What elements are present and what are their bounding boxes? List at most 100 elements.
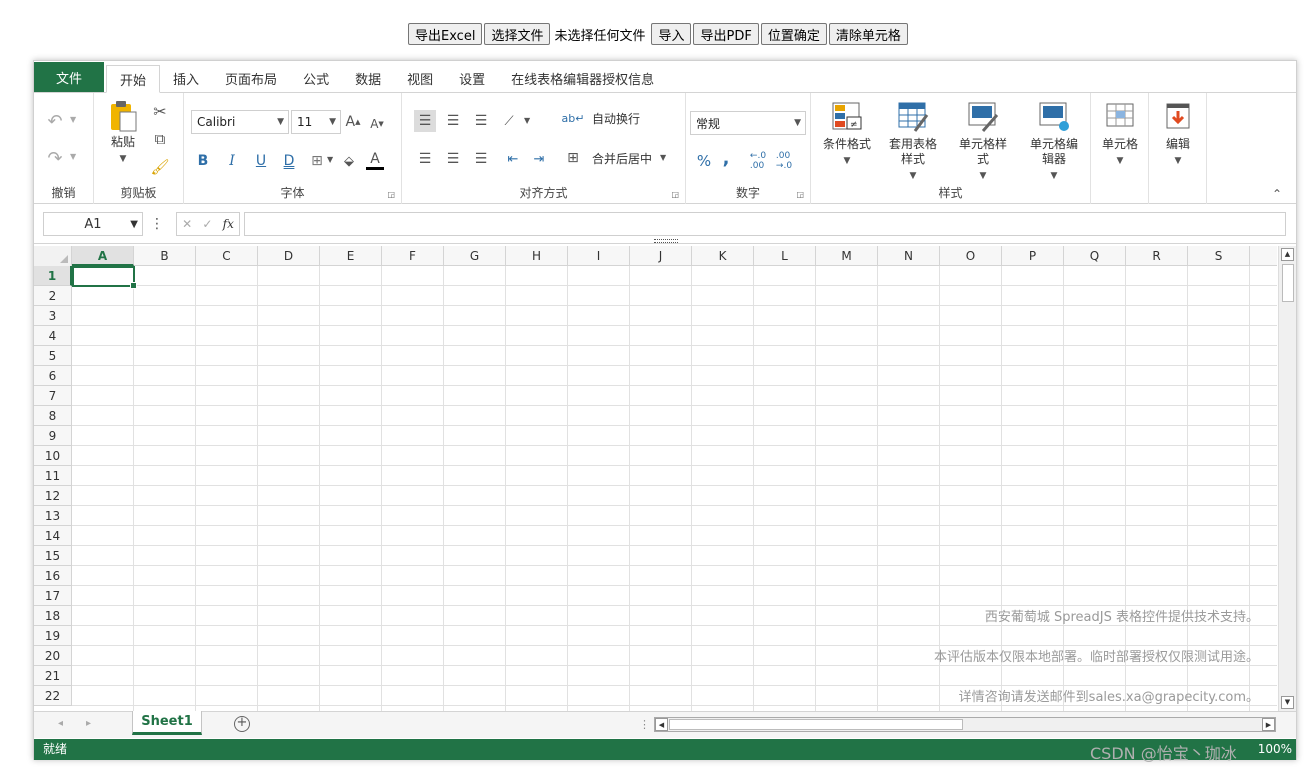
alignment-dialog-launcher-icon[interactable]: ◲ — [671, 190, 679, 199]
add-sheet-icon[interactable]: + — [234, 716, 250, 732]
cell-style-button[interactable]: 单元格样 式 ▼ — [953, 101, 1013, 184]
confirm-position-button[interactable]: 位置确定 — [760, 23, 827, 45]
row-header[interactable]: 14 — [34, 526, 72, 546]
underline-button[interactable]: U — [252, 151, 270, 171]
number-dialog-launcher-icon[interactable]: ◲ — [796, 190, 804, 199]
tab-splitter-icon[interactable]: ⋮ — [639, 718, 650, 731]
double-underline-button[interactable]: D — [280, 151, 298, 171]
cut-icon[interactable]: ✂ — [150, 101, 170, 121]
formula-input[interactable] — [244, 212, 1286, 236]
column-header[interactable]: G — [444, 246, 506, 266]
font-dialog-launcher-icon[interactable]: ◲ — [387, 190, 395, 199]
column-header[interactable]: E — [320, 246, 382, 266]
import-button[interactable]: 导入 — [651, 23, 692, 45]
prev-sheet-icon[interactable]: ◂ — [58, 718, 63, 729]
column-header[interactable]: L — [754, 246, 816, 266]
decrease-font-icon[interactable]: A ▼ — [368, 114, 386, 134]
row-header[interactable]: 8 — [34, 406, 72, 426]
conditional-format-button[interactable]: ≠ 条件格式 ▼ — [817, 101, 877, 169]
scroll-down-icon[interactable]: ▼ — [1281, 696, 1294, 709]
row-header[interactable]: 10 — [34, 446, 72, 466]
tab-insert[interactable]: 插入 — [160, 64, 212, 92]
sheet-tab-sheet1[interactable]: Sheet1 — [132, 711, 202, 735]
row-header[interactable]: 12 — [34, 486, 72, 506]
choose-file-button[interactable]: 选择文件 — [484, 23, 551, 45]
tab-file[interactable]: 文件 — [34, 62, 105, 92]
number-format-select[interactable]: 常规 ▼ — [690, 111, 806, 135]
vertical-scrollbar[interactable]: ▲ ▼ — [1278, 246, 1296, 711]
align-center-icon[interactable]: ☰ — [442, 148, 464, 170]
row-header[interactable]: 2 — [34, 286, 72, 306]
active-cell[interactable] — [72, 266, 137, 289]
horizontal-scrollbar[interactable]: ◀ ▶ — [654, 717, 1276, 732]
cells-button[interactable]: 单元格 ▼ — [1097, 101, 1143, 169]
scroll-left-icon[interactable]: ◀ — [655, 718, 668, 731]
font-color-button[interactable]: A — [366, 150, 384, 170]
editing-button[interactable]: 编辑 ▼ — [1155, 101, 1201, 169]
cancel-icon[interactable]: ✕ — [182, 217, 192, 231]
align-middle-icon[interactable]: ☰ — [442, 110, 464, 132]
row-header[interactable]: 1 — [34, 266, 72, 286]
bold-button[interactable]: B — [194, 151, 212, 171]
column-header[interactable]: R — [1126, 246, 1188, 266]
row-header[interactable]: 13 — [34, 506, 72, 526]
decrease-indent-icon[interactable]: ⇤ — [502, 148, 524, 170]
orientation-icon[interactable]: ⟋ — [498, 110, 520, 132]
border-dropdown-icon[interactable]: ▼ — [327, 155, 333, 164]
merge-center-icon[interactable]: ⊞ — [564, 148, 582, 168]
column-header[interactable]: I — [568, 246, 630, 266]
row-header[interactable]: 20 — [34, 646, 72, 666]
collapse-ribbon-icon[interactable]: ⌃ — [1272, 187, 1282, 201]
name-box[interactable]: A1 ▼ — [43, 212, 143, 236]
italic-button[interactable]: I — [223, 151, 241, 171]
row-header[interactable]: 3 — [34, 306, 72, 326]
column-header[interactable]: D — [258, 246, 320, 266]
column-header[interactable]: C — [196, 246, 258, 266]
fx-icon[interactable]: fx — [223, 217, 234, 231]
column-header[interactable]: N — [878, 246, 940, 266]
undo-dropdown-icon[interactable]: ▼ — [70, 115, 76, 124]
align-bottom-icon[interactable]: ☰ — [470, 110, 492, 132]
next-sheet-icon[interactable]: ▸ — [86, 718, 91, 729]
align-right-icon[interactable]: ☰ — [470, 148, 492, 170]
tab-license-info[interactable]: 在线表格编辑器授权信息 — [498, 64, 667, 92]
column-header[interactable]: K — [692, 246, 754, 266]
orientation-dropdown-icon[interactable]: ▼ — [524, 116, 530, 125]
row-header[interactable]: 21 — [34, 666, 72, 686]
redo-icon[interactable]: ↷ — [44, 148, 66, 169]
clear-cells-button[interactable]: 清除单元格 — [828, 23, 908, 45]
wrap-text-icon[interactable]: ab↵ — [562, 108, 585, 128]
merge-dropdown-icon[interactable]: ▼ — [660, 153, 666, 162]
column-header[interactable]: B — [134, 246, 196, 266]
scroll-right-icon[interactable]: ▶ — [1262, 718, 1275, 731]
column-header[interactable]: M — [816, 246, 878, 266]
format-painter-icon[interactable]: 🖌 — [150, 157, 170, 177]
row-header[interactable]: 19 — [34, 626, 72, 646]
export-pdf-button[interactable]: 导出PDF — [693, 23, 759, 45]
column-header[interactable]: S — [1188, 246, 1250, 266]
undo-icon[interactable]: ↶ — [44, 111, 66, 132]
select-all-corner[interactable] — [34, 246, 72, 266]
tab-page-layout[interactable]: 页面布局 — [212, 64, 290, 92]
resize-handle-icon[interactable] — [654, 239, 678, 243]
vertical-scroll-thumb[interactable] — [1282, 264, 1294, 302]
row-header[interactable]: 9 — [34, 426, 72, 446]
confirm-icon[interactable]: ✓ — [202, 217, 212, 231]
column-header[interactable]: O — [940, 246, 1002, 266]
increase-indent-icon[interactable]: ⇥ — [528, 148, 550, 170]
font-family-select[interactable]: Calibri ▼ — [191, 110, 289, 134]
decrease-decimal-icon[interactable]: .00 →.0 — [774, 151, 794, 171]
align-left-icon[interactable]: ☰ — [414, 148, 436, 170]
zoom-level[interactable]: 100% — [1258, 739, 1292, 760]
row-header[interactable]: 22 — [34, 686, 72, 706]
table-style-button[interactable]: 套用表格 样式 ▼ — [883, 101, 943, 184]
row-header[interactable]: 16 — [34, 566, 72, 586]
percent-button[interactable]: % — [695, 151, 713, 171]
row-header[interactable]: 15 — [34, 546, 72, 566]
export-excel-button[interactable]: 导出Excel — [408, 23, 483, 45]
comma-button[interactable]: , — [719, 148, 733, 169]
row-header[interactable]: 11 — [34, 466, 72, 486]
tab-settings[interactable]: 设置 — [446, 64, 498, 92]
row-header[interactable]: 7 — [34, 386, 72, 406]
column-header[interactable]: Q — [1064, 246, 1126, 266]
